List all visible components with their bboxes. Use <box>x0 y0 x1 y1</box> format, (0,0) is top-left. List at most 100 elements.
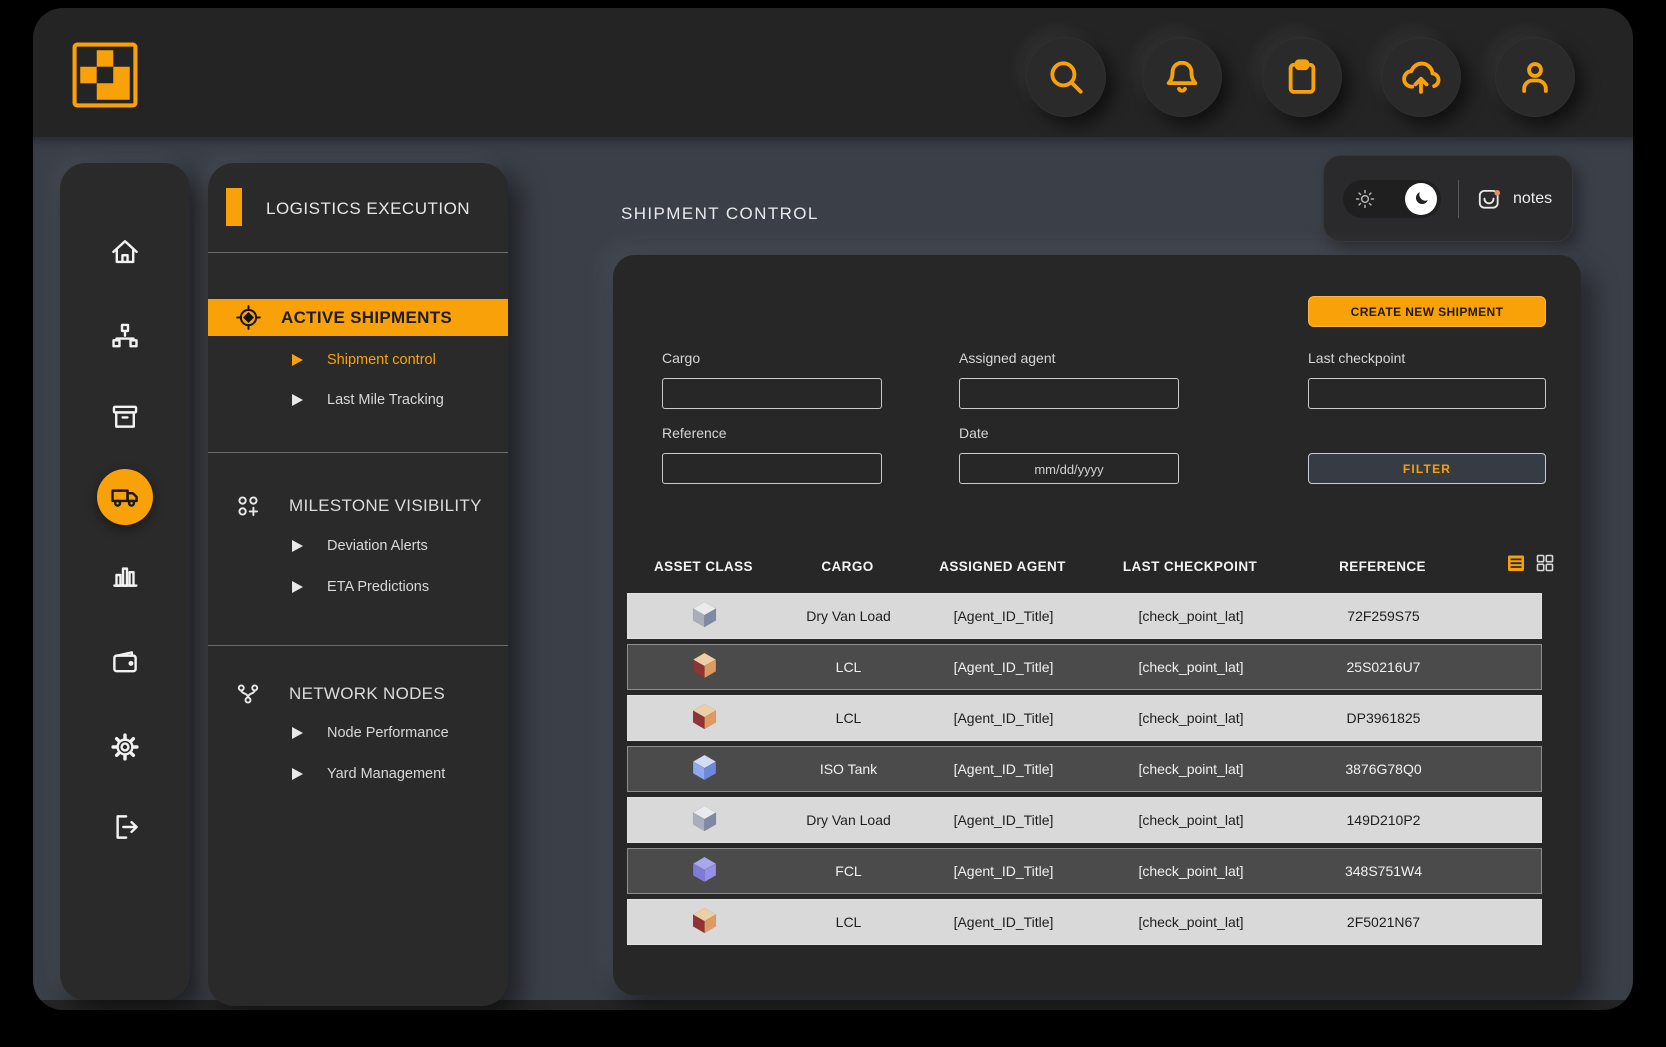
nav-title-bullet <box>226 188 242 226</box>
rail-logout-button[interactable] <box>101 803 149 851</box>
nav-item-yard-management[interactable]: Yard Management <box>292 763 445 785</box>
table-row[interactable]: Dry Van Load [Agent_ID_Title] [check_poi… <box>627 797 1542 843</box>
reference-input[interactable] <box>662 453 882 484</box>
grid-view-button[interactable] <box>1534 552 1556 574</box>
notes-button[interactable]: notes <box>1476 186 1552 212</box>
table-row[interactable]: ISO Tank [Agent_ID_Title] [check_point_l… <box>627 746 1542 792</box>
cargo-cell: FCL <box>781 863 916 879</box>
bell-icon <box>1161 56 1203 98</box>
nav-section-milestone-visibility[interactable]: MILESTONE VISIBILITY <box>235 493 482 519</box>
notes-icon <box>1476 186 1502 212</box>
agent-cell: [Agent_ID_Title] <box>916 608 1091 624</box>
rail-shipments-button-active[interactable] <box>97 469 153 525</box>
column-header-assigned-agent: ASSIGNED AGENT <box>915 559 1090 574</box>
moon-icon <box>1412 189 1431 208</box>
cloud-upload-icon <box>1400 56 1442 98</box>
nav-item-last-mile-tracking[interactable]: Last Mile Tracking <box>292 389 444 411</box>
table-row[interactable]: LCL [Agent_ID_Title] [check_point_lat] 2… <box>627 644 1542 690</box>
reference-cell: 149D210P2 <box>1291 812 1476 828</box>
rail-wallet-button[interactable] <box>101 638 149 686</box>
triangle-bullet-icon <box>292 354 303 366</box>
archive-box-icon <box>108 400 142 434</box>
user-icon <box>1514 56 1556 98</box>
nodes-icon <box>235 681 261 707</box>
shipment-control-panel: CREATE NEW SHIPMENT Cargo Assigned agent… <box>613 255 1581 995</box>
table-header-row: ASSET CLASS CARGO ASSIGNED AGENT LAST CH… <box>627 555 1542 577</box>
nav-item-shipment-control[interactable]: Shipment control <box>292 349 436 371</box>
nav-item-label: Last Mile Tracking <box>327 392 444 408</box>
rail-archive-button[interactable] <box>101 393 149 441</box>
column-header-reference: REFERENCE <box>1290 559 1475 574</box>
search-icon <box>1045 56 1087 98</box>
moon-toggle-active[interactable] <box>1405 183 1437 215</box>
rail-settings-button[interactable] <box>101 723 149 771</box>
cargo-label: Cargo <box>662 350 700 366</box>
rail-analytics-button[interactable] <box>101 551 149 599</box>
nav-panel-title: LOGISTICS EXECUTION <box>266 199 470 219</box>
checkpoint-cell: [check_point_lat] <box>1091 914 1291 930</box>
agent-cell: [Agent_ID_Title] <box>916 710 1091 726</box>
cargo-cell: ISO Tank <box>781 761 916 777</box>
clipboard-icon <box>1281 56 1323 98</box>
divider <box>208 452 508 453</box>
reference-cell: 348S751W4 <box>1291 863 1476 879</box>
search-button[interactable] <box>1026 37 1106 117</box>
nav-section-network-nodes[interactable]: NETWORK NODES <box>235 681 445 707</box>
cargo-input[interactable] <box>662 378 882 409</box>
bar-chart-icon <box>108 558 142 592</box>
nav-item-deviation-alerts[interactable]: Deviation Alerts <box>292 535 428 557</box>
asset-class-cube-icon <box>692 805 717 832</box>
theme-toggle[interactable] <box>1343 180 1441 218</box>
nav-item-label: Yard Management <box>327 766 445 782</box>
wallet-icon <box>108 645 142 679</box>
nav-item-label: Shipment control <box>327 352 436 368</box>
table-row[interactable]: Dry Van Load [Agent_ID_Title] [check_poi… <box>627 593 1542 639</box>
reference-cell: DP3961825 <box>1291 710 1476 726</box>
table-row[interactable]: FCL [Agent_ID_Title] [check_point_lat] 3… <box>627 848 1542 894</box>
cloud-upload-button[interactable] <box>1381 37 1461 117</box>
list-view-icon <box>1505 552 1527 574</box>
logout-icon <box>108 810 142 844</box>
nav-item-node-performance[interactable]: Node Performance <box>292 722 449 744</box>
circles-plus-icon <box>235 493 261 519</box>
icon-sidebar <box>60 163 190 1000</box>
sun-icon[interactable] <box>1353 187 1377 211</box>
agent-cell: [Agent_ID_Title] <box>916 761 1091 777</box>
triangle-bullet-icon <box>292 540 303 552</box>
header-controls: notes <box>1323 155 1573 242</box>
asset-class-cube-icon <box>692 856 717 883</box>
triangle-bullet-icon <box>292 581 303 593</box>
column-header-cargo: CARGO <box>780 559 915 574</box>
filter-button[interactable]: FILTER <box>1308 453 1546 484</box>
date-label: Date <box>959 425 989 441</box>
asset-class-cube-icon <box>692 601 717 628</box>
agent-cell: [Agent_ID_Title] <box>916 659 1091 675</box>
assigned-agent-input[interactable] <box>959 378 1179 409</box>
asset-class-cube-icon <box>692 907 717 934</box>
home-icon <box>108 235 142 269</box>
clipboard-button[interactable] <box>1262 37 1342 117</box>
reference-cell: 72F259S75 <box>1291 608 1476 624</box>
date-input[interactable] <box>959 453 1179 484</box>
checkpoint-cell: [check_point_lat] <box>1091 863 1291 879</box>
divider <box>1458 180 1459 218</box>
cargo-cell: LCL <box>781 659 916 675</box>
triangle-bullet-icon <box>292 768 303 780</box>
table-row[interactable]: LCL [Agent_ID_Title] [check_point_lat] 2… <box>627 899 1542 945</box>
reference-cell: 25S0216U7 <box>1291 659 1476 675</box>
table-row[interactable]: LCL [Agent_ID_Title] [check_point_lat] D… <box>627 695 1542 741</box>
rail-network-button[interactable] <box>101 314 149 362</box>
nav-item-eta-predictions[interactable]: ETA Predictions <box>292 576 429 598</box>
user-button[interactable] <box>1495 37 1575 117</box>
create-new-shipment-button[interactable]: CREATE NEW SHIPMENT <box>1308 296 1546 327</box>
nav-panel: LOGISTICS EXECUTION ACTIVE SHIPMENTS Shi… <box>208 163 508 1006</box>
nav-section-active-shipments[interactable]: ACTIVE SHIPMENTS <box>208 299 508 336</box>
checkpoint-cell: [check_point_lat] <box>1091 812 1291 828</box>
agent-cell: [Agent_ID_Title] <box>916 914 1091 930</box>
rail-home-button[interactable] <box>101 228 149 276</box>
app-logo[interactable] <box>72 42 138 108</box>
agent-cell: [Agent_ID_Title] <box>916 863 1091 879</box>
notifications-button[interactable] <box>1142 37 1222 117</box>
last-checkpoint-input[interactable] <box>1308 378 1546 409</box>
list-view-button-active[interactable] <box>1505 552 1527 574</box>
